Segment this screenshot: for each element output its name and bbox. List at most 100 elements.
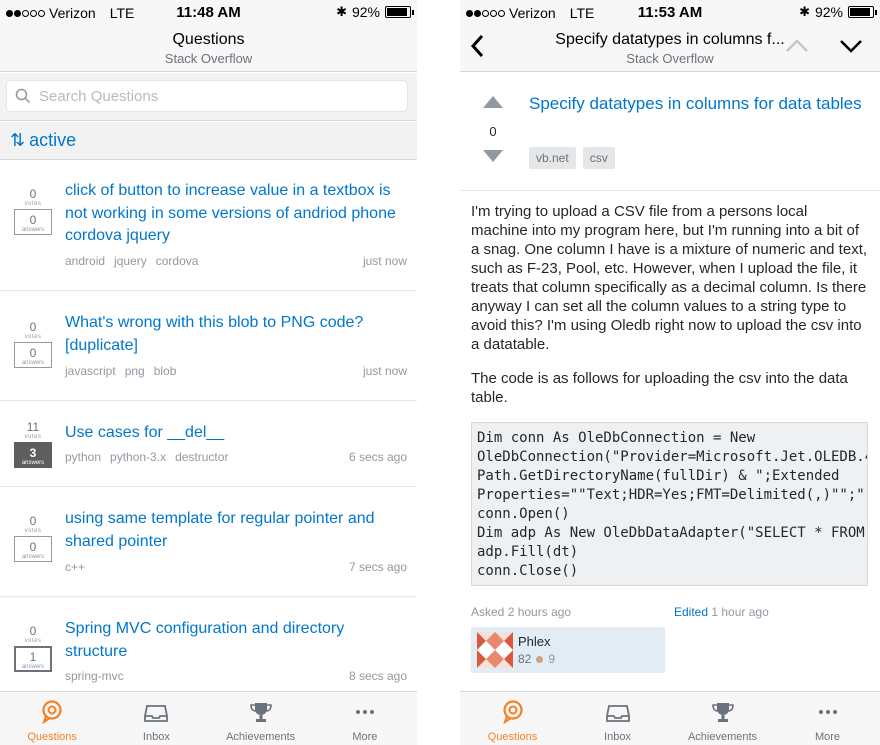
code-block[interactable]: Dim conn As OleDbConnection = New OleDbC… [471,422,868,586]
vote-count: 0 [29,624,37,638]
tag[interactable]: png [125,364,145,378]
tab-bar: Questions Inbox Achievements More [0,691,417,745]
back-chevron-icon[interactable] [468,32,486,60]
tab-bar: Questions Inbox Achievements More [460,691,880,745]
user-card[interactable]: Phlex 82 9 [471,627,665,673]
tab-label: Questions [487,731,538,743]
tag[interactable]: cordova [156,254,199,268]
answer-count-box: 0 answers [14,536,52,562]
answer-count-box: 0 answers [14,209,52,235]
tag[interactable]: vb.net [529,147,576,169]
vote-label: votes [24,334,42,340]
question-tags: c++ [65,560,94,574]
question-detail: 0 Specify datatypes in columns for data … [460,73,880,691]
upvote-icon[interactable] [482,95,504,109]
sort-selector[interactable]: ⇅ active [0,122,417,160]
question-tags: android jquery cordova [65,254,207,268]
next-question-chevron-down-icon[interactable] [838,34,864,58]
accepted-answer-count-box: 3 answers [14,442,52,468]
question-tags: spring-mvc [65,669,133,683]
question-title[interactable]: Use cases for __del__ [65,422,407,445]
more-icon [818,710,837,714]
edited-label[interactable]: Edited [674,605,708,619]
vote-count: 11 [26,420,40,434]
vote-label: votes [24,528,42,534]
tag[interactable]: blob [154,364,177,378]
question-title[interactable]: click of button to increase value in a t… [65,180,407,248]
search-box[interactable] [6,80,408,112]
question-list-item[interactable]: 0 votes 0 answers using same template fo… [0,488,417,597]
tag[interactable]: jquery [114,254,147,268]
tag[interactable]: python [65,450,101,464]
questions-screen: Verizon LTE 11:48 AM ✱ 92% Questions Sta… [0,0,417,745]
tab-achievements[interactable]: Achievements [209,692,313,745]
answer-count: 0 [29,540,37,554]
question-title[interactable]: using same template for regular pointer … [65,508,407,553]
status-bar: Verizon LTE 11:53 AM ✱ 92% [460,0,880,24]
question-time: just now [362,364,407,378]
search-icon [15,88,31,104]
question-tags: javascript png blob [65,364,185,378]
inbox-icon [144,705,169,722]
screenshot-divider [417,0,460,745]
status-bar: Verizon LTE 11:48 AM ✱ 92% [0,0,417,24]
bronze-badge-icon [536,655,544,663]
tab-achievements[interactable]: Achievements [670,692,775,745]
tag[interactable]: csv [582,147,615,169]
previous-question-chevron-up-icon[interactable] [784,34,810,58]
tab-questions[interactable]: Questions [0,692,104,745]
user-name[interactable]: Phlex [518,634,551,649]
question-title[interactable]: Spring MVC configuration and directory s… [65,618,407,663]
navigation-bar: Specify datatypes in columns f... Stack … [460,24,880,72]
code-text: Dim conn As OleDbConnection = New OleDbC… [477,430,868,579]
tag[interactable]: spring-mvc [65,669,124,683]
question-time: 8 secs ago [348,669,407,683]
question-list-item[interactable]: 0 votes 0 answers click of button to inc… [0,161,417,291]
site-subtitle: Stack Overflow [164,51,253,66]
edited-info[interactable]: Edited 1 hour ago [674,605,769,619]
question-time: 7 secs ago [348,560,407,574]
question-score: 0 [489,124,497,139]
question-stats: 0 votes 0 answers [14,514,52,562]
tag[interactable]: destructor [175,450,228,464]
battery-indicator: ✱ 92% [799,4,877,20]
tab-inbox[interactable]: Inbox [565,692,670,745]
tab-label: Achievements [687,731,758,743]
tag[interactable]: python-3.x [110,450,166,464]
answer-count-box: 1 answers [14,646,52,672]
answer-label: answers [21,554,45,560]
question-list-item[interactable]: 0 votes 0 answers What's wrong with this… [0,292,417,401]
battery-indicator: ✱ 92% [336,4,414,20]
answer-label: answers [21,227,45,233]
question-list-item[interactable]: 11 votes 3 answers Use cases for __del__… [0,402,417,487]
vote-label: votes [24,638,42,644]
question-list: 0 votes 0 answers click of button to inc… [0,161,417,691]
vote-count: 0 [29,320,37,334]
vote-label: votes [24,201,42,207]
tab-more[interactable]: More [313,692,417,745]
vote-count: 0 [29,514,37,528]
tab-label: Inbox [142,731,170,743]
answer-count: 0 [29,213,37,227]
question-body-paragraph: I'm trying to upload a CSV file from a p… [471,203,868,353]
downvote-icon[interactable] [482,149,504,163]
asked-label: Asked [471,605,505,619]
question-list-item[interactable]: 0 votes 1 answers Spring MVC configurati… [0,598,417,691]
sort-arrows-icon: ⇅ [10,130,26,150]
vote-label: votes [24,434,42,440]
answer-count: 1 [29,650,37,664]
tag[interactable]: c++ [65,560,85,574]
answer-count-box: 0 answers [14,342,52,368]
sort-label: active [29,130,77,150]
question-title[interactable]: What's wrong with this blob to PNG code?… [65,312,407,357]
tag[interactable]: javascript [65,364,116,378]
search-input[interactable] [39,87,379,105]
tab-more[interactable]: More [775,692,880,745]
avatar[interactable] [477,632,513,668]
tag[interactable]: android [65,254,105,268]
tab-questions[interactable]: Questions [460,692,565,745]
battery-icon [848,6,877,18]
question-stats: 0 votes 0 answers [14,187,52,235]
tab-inbox[interactable]: Inbox [104,692,208,745]
asked-time: 2 hours ago [507,605,572,619]
